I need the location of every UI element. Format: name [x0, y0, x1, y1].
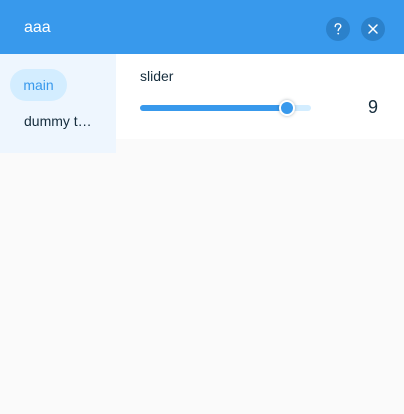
sidebar: main dummy t…	[0, 54, 116, 153]
main-content: slider 9	[116, 54, 404, 139]
panel-header: aaa	[0, 0, 404, 54]
close-button[interactable]	[361, 17, 385, 41]
slider-label: slider	[140, 68, 174, 84]
slider-track[interactable]	[140, 100, 311, 116]
slider-fill	[140, 105, 287, 111]
settings-panel: aaa main dummy t… slider 9	[0, 0, 404, 414]
help-button[interactable]	[326, 17, 350, 41]
question-mark-icon	[334, 23, 342, 35]
slider-handle[interactable]	[279, 100, 295, 116]
close-icon	[368, 24, 378, 34]
sidebar-item-main[interactable]: main	[10, 69, 67, 101]
sidebar-item-dummy[interactable]: dummy t…	[24, 112, 96, 130]
panel-title: aaa	[24, 19, 51, 36]
slider-value: 9	[367, 97, 378, 117]
